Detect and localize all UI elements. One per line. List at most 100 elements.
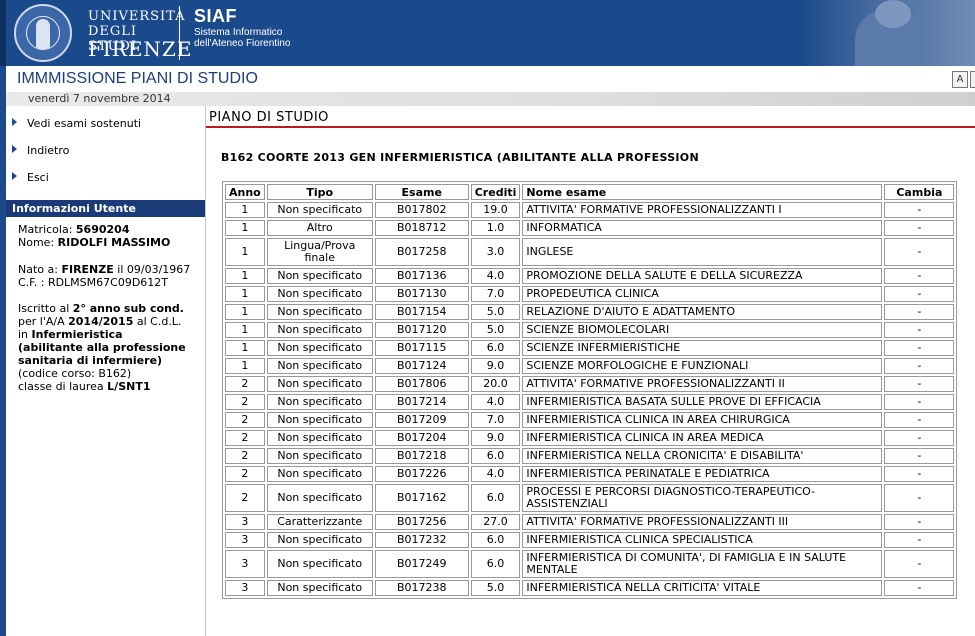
cell-esame: B017204 — [374, 430, 469, 446]
matricola-label: Matricola: — [18, 223, 73, 236]
matricola-line: Matricola: 5690204 — [18, 223, 129, 236]
date-bar: venerdì 7 novembre 2014 — [6, 92, 975, 106]
cell-tipo: Altro — [266, 220, 373, 236]
table-row: 3 Non specificato B017232 6.0 INFERMIERISTIC… — [225, 532, 955, 548]
cell-tipo: Non specificato — [266, 340, 373, 356]
cell-crediti: 7.0 — [470, 412, 521, 428]
cf-label: C.F. : — [18, 276, 45, 289]
cell-tipo: Non specificato — [266, 532, 373, 548]
cell-anno: 3 — [225, 514, 265, 530]
nome-line: Nome: RIDOLFI MASSIMO — [18, 236, 170, 249]
cell-esame: B017218 — [374, 448, 469, 464]
cell-crediti: 6.0 — [470, 448, 521, 464]
cell-crediti: 27.0 — [470, 514, 521, 530]
cell-esame: B017209 — [374, 412, 469, 428]
cell-tipo: Non specificato — [266, 202, 373, 218]
university-seal-logo[interactable] — [14, 4, 72, 62]
cell-tipo: Non specificato — [266, 268, 373, 284]
cell-anno: 1 — [225, 304, 265, 320]
cell-anno: 3 — [225, 580, 265, 596]
siaf-subtitle-1: Sistema Informatico — [194, 27, 283, 38]
table-row: 1 Non specificato B017124 9.0 SCIENZE MORFOL… — [225, 358, 955, 374]
page-title: IMMMISSIONE PIANI DI STUDIO — [17, 70, 258, 87]
cell-cambia: - — [884, 394, 955, 410]
luogo-nascita: FIRENZE — [61, 263, 114, 276]
col-tipo-header: Tipo — [266, 184, 373, 200]
table-row: 1 Lingua/Prova finale B017258 3.0 INGLESE - — [225, 238, 955, 266]
cell-nome: INFERMIERISTICA NELLA CRITICITA' VITALE — [522, 580, 883, 596]
table-row: 2 Non specificato B017162 6.0 PROCESSI E PER… — [225, 484, 955, 512]
cell-nome: INFERMIERISTICA CLINICA SPECIALISTICA — [522, 532, 883, 548]
table-row: 3 Caratterizzante B017256 27.0 ATTIVITA' FOR… — [225, 514, 955, 530]
iscritto-label: Iscritto al — [18, 302, 70, 315]
table-row: 1 Altro B018712 1.0 INFORMATICA - — [225, 220, 955, 236]
cell-tipo: Non specificato — [266, 550, 373, 578]
cell-tipo: Non specificato — [266, 484, 373, 512]
cell-anno: 3 — [225, 550, 265, 578]
arrow-right-icon — [12, 118, 17, 126]
nome-value: RIDOLFI MASSIMO — [57, 236, 171, 249]
cell-nome: PROCESSI E PERCORSI DIAGNOSTICO-TERAPEUT… — [522, 484, 883, 512]
table-row: 1 Non specificato B017802 19.0 ATTIVITA' FOR… — [225, 202, 955, 218]
cell-tipo: Non specificato — [266, 580, 373, 596]
cell-cambia: - — [884, 304, 955, 320]
university-name-logo[interactable]: UNIVERSITÀ DEGLI STUDI FIRENZE — [80, 6, 191, 61]
cell-cambia: - — [884, 580, 955, 596]
cell-crediti: 5.0 — [470, 322, 521, 338]
cell-nome: INFERMIERISTICA CLINICA IN AREA MEDICA — [522, 430, 883, 446]
cell-cambia: - — [884, 430, 955, 446]
cell-anno: 2 — [225, 430, 265, 446]
cell-esame: B017136 — [374, 268, 469, 284]
corso-nome-2: (abilitante alla professione — [18, 341, 186, 354]
cell-nome: INFERMIERISTICA PERINATALE E PEDIATRICA — [522, 466, 883, 482]
cell-crediti: 3.0 — [470, 238, 521, 266]
in-label: in — [18, 328, 29, 341]
font-size-button-large[interactable] — [970, 71, 975, 88]
course-heading: B162 COORTE 2013 GEN INFERMIERISTICA (AB… — [221, 151, 699, 164]
cell-crediti: 1.0 — [470, 220, 521, 236]
cell-tipo: Lingua/Prova finale — [266, 238, 373, 266]
study-plan-table: Anno Tipo Esame Crediti Nome esame Cambi… — [222, 181, 958, 599]
siaf-logo[interactable]: SIAF Sistema Informatico dell'Ateneo Fio… — [194, 6, 290, 49]
cell-anno: 2 — [225, 394, 265, 410]
cell-anno: 1 — [225, 286, 265, 302]
nav-item-esci[interactable]: Esci — [12, 171, 49, 187]
cell-tipo: Non specificato — [266, 412, 373, 428]
col-esame-header: Esame — [374, 184, 469, 200]
cell-nome: INGLESE — [522, 238, 883, 266]
main-content: PIANO DI STUDIO B162 COORTE 2013 GEN INF… — [206, 106, 975, 636]
table-row: 1 Non specificato B017130 7.0 PROPEDEUTICA C… — [225, 286, 955, 302]
section-title-underline — [206, 126, 975, 128]
anno-value: 2° anno — [72, 302, 121, 315]
cf-line: C.F. : RDLMSM67C09D612T — [18, 276, 168, 289]
table-row: 3 Non specificato B017249 6.0 INFERMIERISTIC… — [225, 550, 955, 578]
cell-crediti: 6.0 — [470, 340, 521, 356]
nav-label: Esci — [27, 171, 49, 184]
nascita-line: Nato a: FIRENZE il 09/03/1967 — [18, 263, 190, 276]
cell-esame: B017154 — [374, 304, 469, 320]
table-row: 2 Non specificato B017806 20.0 ATTIVITA' FOR… — [225, 376, 955, 392]
cell-cambia: - — [884, 466, 955, 482]
cell-nome: INFERMIERISTICA BASATA SULLE PROVE DI EF… — [522, 394, 883, 410]
nav-label: Indietro — [27, 144, 70, 157]
font-size-button[interactable]: A — [952, 71, 968, 88]
table-row: 2 Non specificato B017226 4.0 INFERMIERISTIC… — [225, 466, 955, 482]
nato-label: Nato a: — [18, 263, 58, 276]
cell-crediti: 4.0 — [470, 268, 521, 284]
col-crediti-header: Crediti — [470, 184, 521, 200]
cell-cambia: - — [884, 238, 955, 266]
current-date: venerdì 7 novembre 2014 — [28, 92, 171, 105]
aa-line: per l'A/A 2014/2015 al C.d.L. — [18, 315, 181, 328]
cell-anno: 1 — [225, 220, 265, 236]
cell-crediti: 6.0 — [470, 532, 521, 548]
table-row: 1 Non specificato B017120 5.0 SCIENZE BIOMOL… — [225, 322, 955, 338]
site-header: UNIVERSITÀ DEGLI STUDI FIRENZE SIAF Sist… — [0, 0, 975, 66]
col-cambia-header: Cambia — [884, 184, 955, 200]
nav-item-vedi-esami[interactable]: Vedi esami sostenuti — [12, 117, 141, 133]
cell-crediti: 6.0 — [470, 484, 521, 512]
table-row: 2 Non specificato B017209 7.0 INFERMIERISTIC… — [225, 412, 955, 428]
cell-anno: 2 — [225, 376, 265, 392]
nav-item-indietro[interactable]: Indietro — [12, 144, 69, 160]
cell-anno: 2 — [225, 466, 265, 482]
cell-tipo: Non specificato — [266, 304, 373, 320]
